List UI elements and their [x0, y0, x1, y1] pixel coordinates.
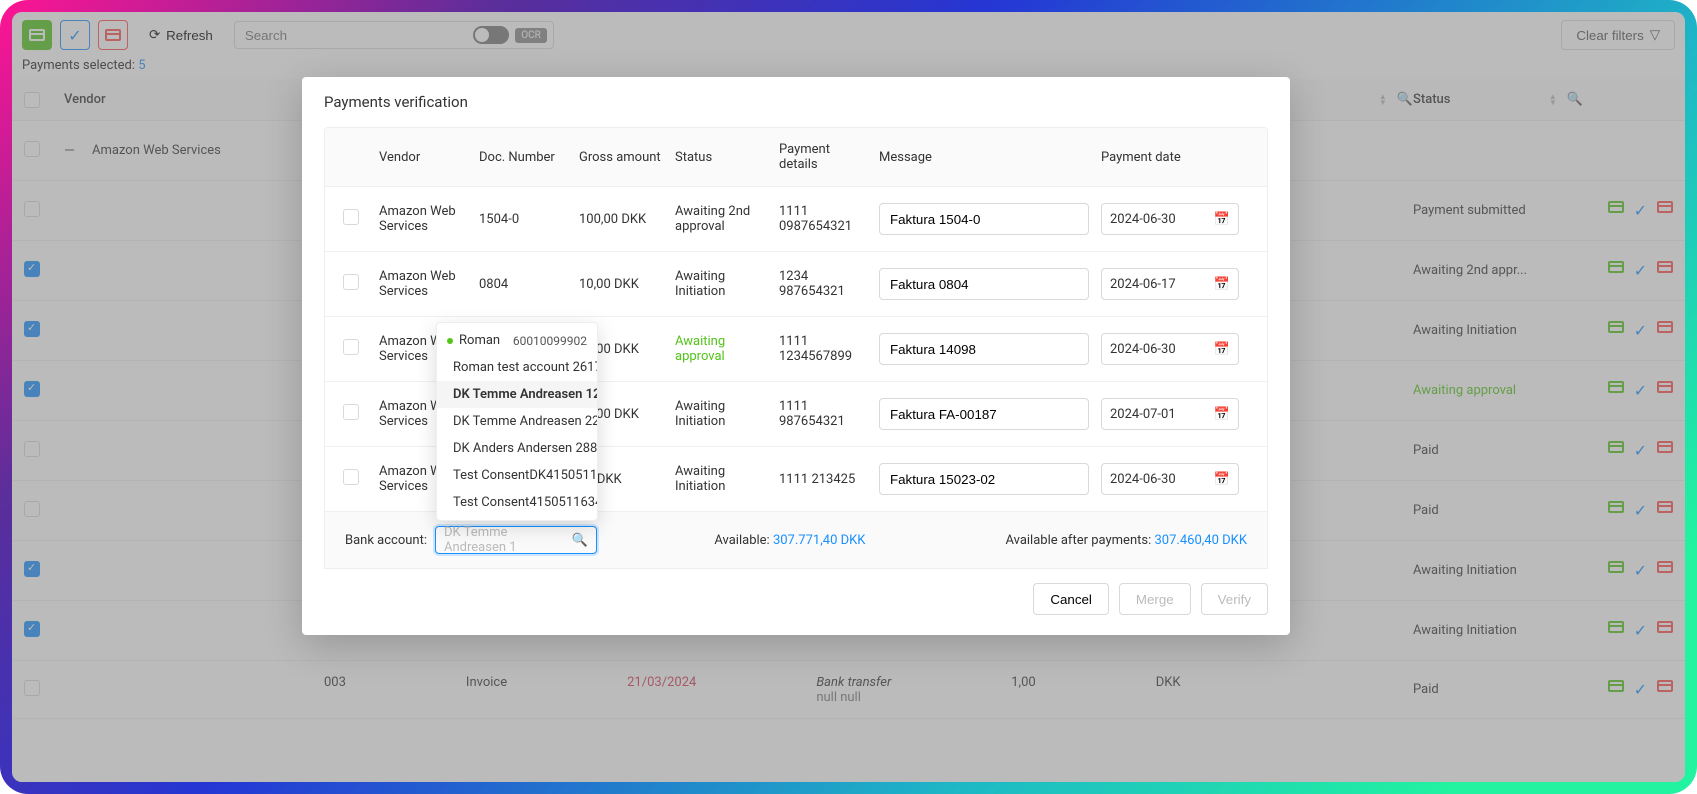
option-label: Test Consent4150511634	[453, 495, 597, 510]
modal-row-checkbox[interactable]	[343, 469, 359, 485]
date-value: 2024-06-17	[1110, 277, 1176, 292]
message-input[interactable]	[879, 203, 1089, 235]
m-status: Awaiting Initiation	[669, 399, 773, 429]
message-input[interactable]	[879, 463, 1089, 495]
m-details: 1111 213425	[773, 472, 873, 487]
calendar-icon: 📅	[1214, 212, 1230, 227]
bank-account-dropdown: Roman 60010099902 Roman test account 2617 D…	[436, 322, 598, 521]
message-input[interactable]	[879, 333, 1089, 365]
bank-select-value: DK Temme Andreasen 1	[444, 525, 572, 555]
modal-table-header: Vendor Doc. Number Gross amount Status P…	[325, 128, 1267, 186]
option-extra: 60010099902	[513, 334, 587, 348]
m-status: Awaiting 2nd approval	[669, 204, 773, 234]
mcol-vendor: Vendor	[373, 150, 473, 165]
verify-button[interactable]: Verify	[1201, 583, 1268, 615]
bank-account-select[interactable]: DK Temme Andreasen 1 🔍 Roman60010099902R…	[435, 526, 597, 554]
cancel-button[interactable]: Cancel	[1033, 583, 1109, 615]
modal-row-checkbox[interactable]	[343, 209, 359, 225]
payments-verification-modal: Payments verification Vendor Doc. Number…	[302, 77, 1290, 635]
status-dot-icon	[447, 338, 453, 344]
dropdown-option[interactable]: DK Anders Andersen 288	[437, 435, 597, 462]
modal-row-checkbox[interactable]	[343, 404, 359, 420]
dropdown-option[interactable]: DK Temme Andreasen 22	[437, 408, 597, 435]
message-input[interactable]	[879, 398, 1089, 430]
payment-date-input[interactable]: 2024-06-30 📅	[1101, 463, 1239, 495]
option-label: DK Temme Andreasen 12	[453, 387, 597, 402]
date-value: 2024-06-30	[1110, 212, 1176, 227]
payment-date-input[interactable]: 2024-07-01 📅	[1101, 398, 1239, 430]
m-doc: 0804	[473, 277, 573, 292]
modal-title: Payments verification	[302, 77, 1290, 127]
search-icon: 🔍	[572, 533, 588, 548]
available-after-label: Available after payments:	[1005, 533, 1151, 548]
m-gross: 10,00 DKK	[573, 277, 669, 292]
m-details: 1111 1234567899	[773, 334, 873, 364]
mcol-date: Payment date	[1095, 150, 1245, 165]
payment-date-input[interactable]: 2024-06-30 📅	[1101, 333, 1239, 365]
available-amount: 307.771,40 DKK	[773, 533, 866, 548]
calendar-icon: 📅	[1214, 342, 1230, 357]
dropdown-option[interactable]: Roman 60010099902	[437, 327, 597, 354]
date-value: 2024-06-30	[1110, 342, 1176, 357]
m-details: 1234 987654321	[773, 269, 873, 299]
calendar-icon: 📅	[1214, 407, 1230, 422]
modal-footer-row: Bank account: DK Temme Andreasen 1 🔍 Rom…	[325, 511, 1267, 568]
option-label: DK Temme Andreasen 22	[453, 414, 597, 429]
mcol-msg: Message	[873, 150, 1095, 165]
date-value: 2024-07-01	[1110, 407, 1176, 422]
mcol-doc: Doc. Number	[473, 150, 573, 165]
m-doc: 1504-0	[473, 212, 573, 227]
m-details: 1111 0987654321	[773, 204, 873, 234]
m-gross: 100,00 DKK	[573, 212, 669, 227]
payment-date-input[interactable]: 2024-06-17 📅	[1101, 268, 1239, 300]
m-status: Awaiting approval	[669, 334, 773, 364]
modal-table-row: Amazon Web Services1504-0100,00 DKKAwait…	[325, 186, 1267, 251]
dropdown-option[interactable]: DK Temme Andreasen 12	[437, 381, 597, 408]
date-value: 2024-06-30	[1110, 472, 1176, 487]
modal-row-checkbox[interactable]	[343, 274, 359, 290]
dropdown-option[interactable]: Roman test account 2617	[437, 354, 597, 381]
bank-account-label: Bank account:	[345, 533, 427, 548]
merge-button[interactable]: Merge	[1119, 583, 1191, 615]
m-status: Awaiting Initiation	[669, 269, 773, 299]
modal-table-row: Amazon Web Services080410,00 DKKAwaiting…	[325, 251, 1267, 316]
mcol-gross: Gross amount	[573, 150, 669, 165]
option-label: Roman test account 2617	[453, 360, 597, 375]
m-status: Awaiting Initiation	[669, 464, 773, 494]
mcol-details: Payment details	[773, 142, 873, 172]
mcol-status: Status	[669, 150, 773, 165]
payment-date-input[interactable]: 2024-06-30 📅	[1101, 203, 1239, 235]
modal-row-checkbox[interactable]	[343, 339, 359, 355]
dropdown-option[interactable]: Test Consent4150511634	[437, 489, 597, 516]
m-details: 1111 987654321	[773, 399, 873, 429]
calendar-icon: 📅	[1214, 277, 1230, 292]
option-label: Roman	[459, 333, 500, 348]
modal-buttons: Cancel Merge Verify	[302, 569, 1290, 635]
available-wrap: Available: 307.771,40 DKK	[714, 533, 865, 548]
calendar-icon: 📅	[1214, 472, 1230, 487]
available-label: Available:	[714, 533, 769, 548]
option-label: Test ConsentDK41505114	[453, 468, 597, 483]
available-after-wrap: Available after payments: 307.460,40 DKK	[1005, 533, 1247, 548]
available-after-amount: 307.460,40 DKK	[1154, 533, 1247, 548]
m-vendor: Amazon Web Services	[373, 269, 473, 299]
dropdown-option[interactable]: Test ConsentDK41505114	[437, 462, 597, 489]
option-label: DK Anders Andersen 288	[453, 441, 597, 456]
message-input[interactable]	[879, 268, 1089, 300]
m-vendor: Amazon Web Services	[373, 204, 473, 234]
